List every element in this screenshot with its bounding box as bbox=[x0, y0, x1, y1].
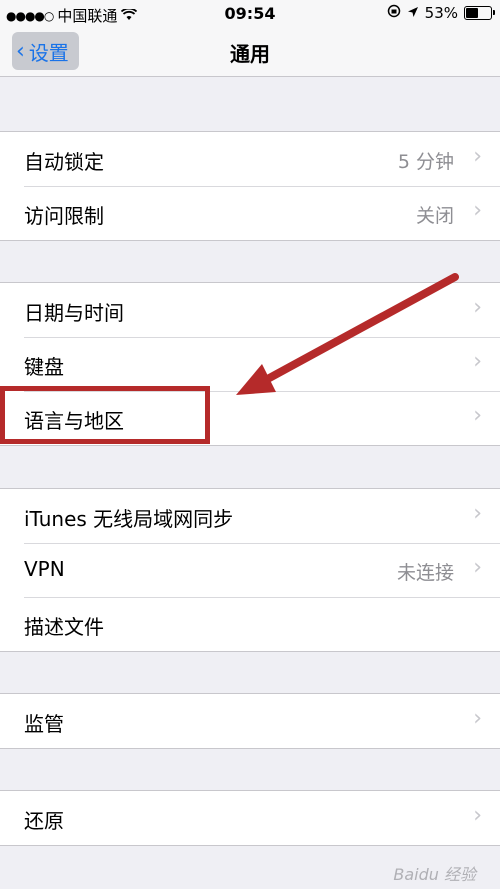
annotation-arrow-icon bbox=[236, 273, 459, 395]
watermark: Baidu 经验 bbox=[393, 865, 476, 884]
